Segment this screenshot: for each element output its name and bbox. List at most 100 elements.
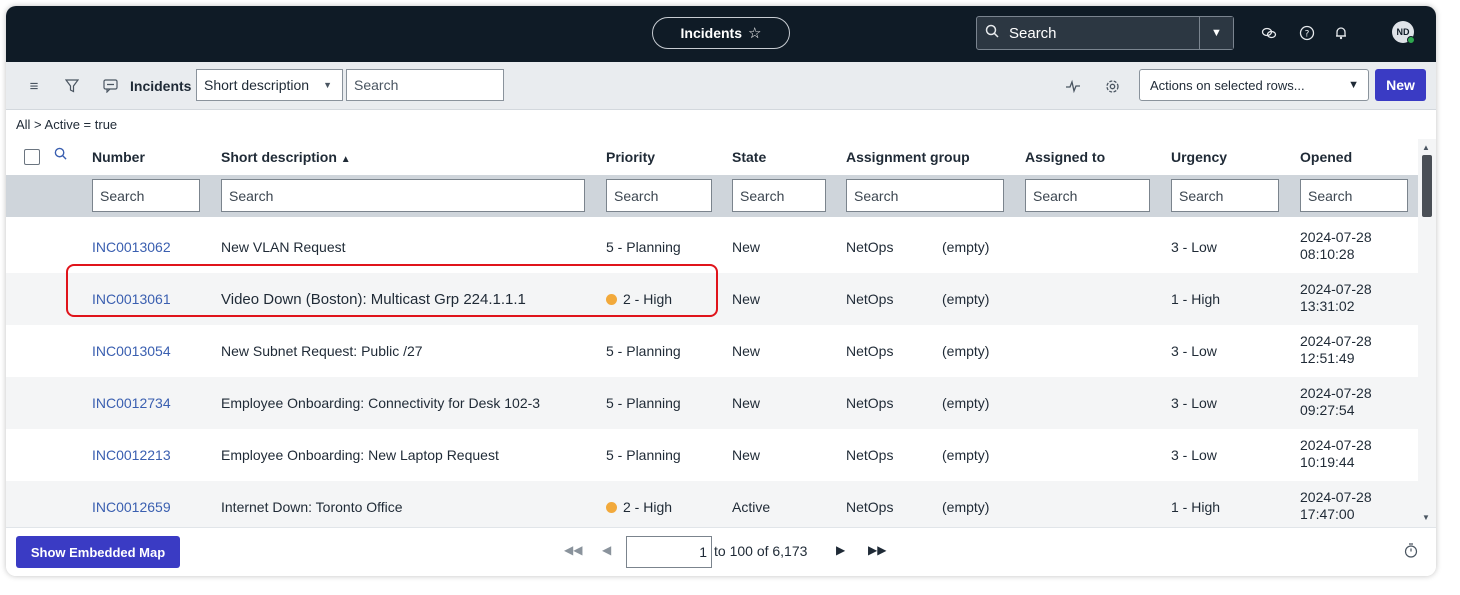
filter-urgency-input[interactable]: Search	[1171, 179, 1279, 212]
new-button[interactable]: New	[1375, 69, 1426, 101]
page-number-input[interactable]: 1	[626, 536, 712, 568]
assignment-group-text: NetOps	[846, 343, 894, 359]
state: New	[732, 291, 760, 307]
priority: 5 - Planning	[606, 395, 681, 411]
priority-text: 2 - High	[623, 499, 673, 515]
assignment-group: NetOps	[846, 447, 893, 463]
breadcrumb[interactable]: All > Active = true	[16, 117, 117, 132]
search-scope-dropdown-icon[interactable]: ▼	[1199, 17, 1233, 49]
incident-number-link[interactable]: INC0012659	[92, 499, 171, 515]
actions-select-value: Actions on selected rows...	[1150, 77, 1305, 93]
filter-state-input[interactable]: Search	[732, 179, 826, 212]
column-header-state[interactable]: State	[732, 149, 766, 165]
search-field-select[interactable]: Short description ▼	[196, 69, 343, 101]
opened-datetime: 2024-07-28 17:47:00	[1300, 489, 1372, 523]
urgency-text: 1 - High	[1171, 291, 1221, 307]
column-search-toggle-icon[interactable]	[54, 147, 67, 163]
assigned-to-text: (empty)	[942, 291, 990, 307]
incident-number-link[interactable]: INC0012734	[92, 395, 171, 411]
filter-short-description-input[interactable]: Search	[221, 179, 585, 212]
opened-date: 2024-07-28	[1300, 489, 1372, 505]
next-page-icon[interactable]: ▶	[836, 543, 845, 557]
priority: 5 - Planning	[606, 447, 681, 463]
state-text: New	[732, 239, 761, 255]
state-text: New	[732, 447, 761, 463]
table-row[interactable]: INC0013054 New Subnet Request: Public /27…	[6, 325, 1418, 377]
chat-icon[interactable]	[1258, 22, 1280, 44]
scroll-down-arrow-icon[interactable]: ▼	[1422, 513, 1430, 522]
opened-time: 17:47:00	[1300, 506, 1355, 522]
help-icon[interactable]: ?	[1296, 22, 1318, 44]
column-header-assignment-group[interactable]: Assignment group	[846, 149, 970, 165]
previous-page-icon[interactable]: ◀	[602, 543, 611, 557]
favorite-star-icon[interactable]: ☆	[748, 24, 761, 42]
table-row[interactable]: INC0012213 Employee Onboarding: New Lapto…	[6, 429, 1418, 481]
assigned-to-text: (empty)	[942, 239, 990, 255]
opened-date: 2024-07-28	[1300, 385, 1372, 401]
list-title: Incidents	[130, 78, 192, 94]
short-description: Internet Down: Toronto Office	[221, 499, 403, 515]
state: Active	[732, 499, 770, 515]
assignment-group: NetOps	[846, 499, 893, 515]
column-header-opened[interactable]: Opened	[1300, 149, 1352, 165]
incident-number-link-text: INC0012659	[92, 499, 171, 515]
state-text: New	[732, 291, 761, 307]
urgency-text: 1 - High	[1171, 499, 1221, 515]
assigned-to-text: (empty)	[942, 343, 990, 359]
scrollbar-thumb[interactable]	[1422, 155, 1432, 217]
assignment-group: NetOps	[846, 239, 893, 255]
column-header-urgency[interactable]: Urgency	[1171, 149, 1227, 165]
top-nav: Incidents ☆ Search ▼ ? ND	[6, 6, 1436, 62]
filter-assignment-group-input[interactable]: Search	[846, 179, 1004, 212]
table-header: Number Short description ▲ Priority Stat…	[6, 139, 1418, 175]
assigned-to-text: (empty)	[942, 499, 990, 515]
priority-text: 5 - Planning	[606, 239, 681, 255]
last-page-icon[interactable]: ▶▶	[868, 543, 886, 557]
short-description: Employee Onboarding: Connectivity for De…	[221, 395, 540, 411]
list-search-input[interactable]: Search	[346, 69, 504, 101]
filter-number-input[interactable]: Search	[92, 179, 200, 212]
table-row[interactable]: INC0012734 Employee Onboarding: Connectiv…	[6, 377, 1418, 429]
list-search-placeholder: Search	[354, 77, 399, 93]
global-search[interactable]: Search ▼	[976, 16, 1234, 50]
incident-number-link[interactable]: INC0012213	[92, 447, 171, 463]
filter-assigned-to-input[interactable]: Search	[1025, 179, 1150, 212]
global-search-input[interactable]: Search	[1009, 25, 1199, 42]
filter-opened-input[interactable]: Search	[1300, 179, 1408, 212]
list-chat-icon[interactable]	[100, 76, 120, 96]
column-header-assigned-to[interactable]: Assigned to	[1025, 149, 1105, 165]
short-description: Employee Onboarding: New Laptop Request	[221, 447, 499, 463]
show-embedded-map-button[interactable]: Show Embedded Map	[16, 536, 180, 568]
assignment-group-text: NetOps	[846, 291, 894, 307]
filter-priority-input[interactable]: Search	[606, 179, 712, 212]
actions-on-selected-rows-select[interactable]: Actions on selected rows... ▼	[1139, 69, 1369, 101]
assignment-group: NetOps	[846, 291, 893, 307]
user-avatar[interactable]: ND	[1392, 21, 1415, 44]
page-title-pill[interactable]: Incidents ☆	[652, 17, 790, 49]
select-all-checkbox[interactable]	[24, 149, 40, 165]
scroll-up-arrow-icon[interactable]: ▲	[1422, 143, 1430, 152]
activity-stream-icon[interactable]	[1063, 76, 1083, 96]
table-row[interactable]: INC0012659 Internet Down: Toronto Office 2…	[6, 481, 1418, 533]
hamburger-menu-icon[interactable]: ≡	[24, 76, 44, 96]
state-text: Active	[732, 499, 771, 515]
incident-number-link-text: INC0013054	[92, 343, 171, 359]
filter-icon[interactable]	[62, 76, 82, 96]
urgency: 3 - Low	[1171, 447, 1217, 463]
short-description-text: New VLAN Request	[221, 239, 346, 255]
urgency: 1 - High	[1171, 291, 1220, 307]
first-page-icon[interactable]: ◀◀	[564, 543, 582, 557]
incident-number-link[interactable]: INC0013062	[92, 239, 171, 255]
vertical-scrollbar[interactable]: ▲ ▼	[1418, 139, 1436, 527]
assigned-to: (empty)	[942, 447, 989, 463]
column-header-number[interactable]: Number	[92, 149, 145, 165]
settings-gear-icon[interactable]	[1102, 76, 1122, 96]
incident-number-link[interactable]: INC0013054	[92, 343, 171, 359]
column-header-short-description[interactable]: Short description ▲	[221, 149, 351, 165]
column-header-priority[interactable]: Priority	[606, 149, 655, 165]
notifications-bell-icon[interactable]	[1330, 22, 1352, 44]
priority: 5 - Planning	[606, 343, 681, 359]
priority-text: 5 - Planning	[606, 395, 681, 411]
avatar-initials: ND	[1396, 27, 1410, 37]
response-time-icon[interactable]	[1404, 543, 1418, 562]
